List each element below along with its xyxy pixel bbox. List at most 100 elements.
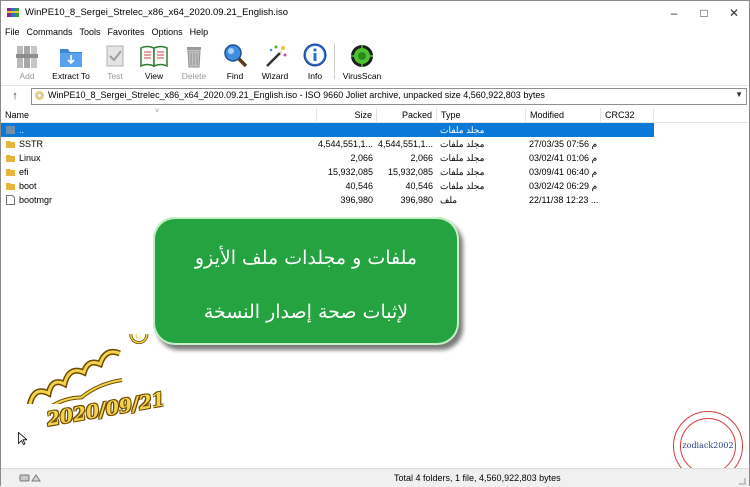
virusscan-button[interactable]: VirusScan <box>339 40 385 84</box>
column-modified[interactable]: Modified <box>526 108 601 122</box>
menu-bar: File Commands Tools Favorites Options He… <box>1 25 749 39</box>
file-name: efi <box>19 167 29 177</box>
window-title: WinPE10_8_Sergei_Strelec_x86_x64_2020.09… <box>25 7 289 18</box>
column-type[interactable]: Type <box>437 108 526 122</box>
menu-commands[interactable]: Commands <box>24 25 76 39</box>
archive-path-text: WinPE10_8_Sergei_Strelec_x86_x64_2020.09… <box>48 90 545 100</box>
archive-add-icon <box>16 46 38 68</box>
maximize-icon[interactable]: □ <box>689 1 719 25</box>
file-size: 15,932,085 <box>327 167 373 177</box>
file-type: مجلد ملفات <box>440 125 485 135</box>
view-button[interactable]: View <box>137 40 171 84</box>
table-row[interactable]: Linux 2,066 2,066 مجلد ملفات 03/02/41 01… <box>1 151 654 165</box>
menu-file[interactable]: File <box>2 25 23 39</box>
caption-line-1: ملفات و مجلدات ملف الأيزو <box>194 247 418 269</box>
file-modified: 22/11/38 12:23 ... <box>529 195 599 205</box>
file-modified: 03/02/42 06:29 م <box>529 181 598 191</box>
file-modified: 03/02/41 01:06 م <box>529 153 598 163</box>
file-icon <box>6 195 15 205</box>
test-button[interactable]: Test <box>99 40 131 84</box>
extract-to-label: Extract To <box>52 71 90 81</box>
menu-help[interactable]: Help <box>187 25 212 39</box>
folder-icon <box>6 141 15 148</box>
caption-line-2: لإثبات صحة إصدار النسخة <box>203 301 409 323</box>
minimize-icon[interactable]: – <box>659 1 689 25</box>
find-label: Find <box>226 71 244 81</box>
file-packed: 4,544,551,1... <box>377 139 433 149</box>
menu-tools[interactable]: Tools <box>77 25 104 39</box>
virus-scan-icon <box>351 45 373 67</box>
menu-favorites[interactable]: Favorites <box>105 25 148 39</box>
file-name: boot <box>19 181 37 191</box>
column-packed[interactable]: Packed <box>377 108 437 122</box>
file-name: .. <box>19 125 25 135</box>
file-list-header: ˅ Name Size Packed Type Modified CRC32 <box>1 108 749 123</box>
wizard-label: Wizard <box>261 71 289 81</box>
up-arrow-icon[interactable]: ↑ <box>7 88 23 104</box>
table-row[interactable]: .. مجلد ملفات <box>1 123 654 137</box>
status-bar: Total 4 folders, 1 file, 4,560,922,803 b… <box>1 468 749 487</box>
folder-icon <box>6 183 15 190</box>
winrar-app-icon <box>7 8 19 17</box>
table-row[interactable]: boot 40,546 40,546 مجلد ملفات 03/02/42 0… <box>1 179 654 193</box>
column-size[interactable]: Size <box>317 108 377 122</box>
test-icon <box>106 45 124 67</box>
menu-options[interactable]: Options <box>149 25 186 39</box>
file-type: مجلد ملفات <box>440 181 485 191</box>
file-size: 4,544,551,1... <box>317 139 373 149</box>
folder-extract-icon <box>60 49 82 67</box>
table-row[interactable]: bootmgr 396,980 396,980 ملف 22/11/38 12:… <box>1 193 654 207</box>
column-crc32[interactable]: CRC32 <box>601 108 654 122</box>
file-size: 40,546 <box>345 181 373 191</box>
table-row[interactable]: SSTR 4,544,551,1... 4,544,551,1... مجلد … <box>1 137 654 151</box>
resize-grip-icon[interactable] <box>738 477 746 485</box>
arabic-caption-callout: ملفات و مجلدات ملف الأيزو لإثبات صحة إصد… <box>153 217 459 345</box>
info-label: Info <box>307 71 323 81</box>
archive-path-field[interactable]: WinPE10_8_Sergei_Strelec_x86_x64_2020.09… <box>31 88 747 105</box>
delete-button[interactable]: Delete <box>177 40 211 84</box>
toolbar: Add Extract To Test View Delete Find Wiz… <box>1 39 749 86</box>
trash-icon <box>187 47 201 68</box>
extract-to-button[interactable]: Extract To <box>49 40 93 84</box>
table-row[interactable]: efi 15,932,085 15,932,085 مجلد ملفات 03/… <box>1 165 654 179</box>
file-type: مجلد ملفات <box>440 139 485 149</box>
file-name: SSTR <box>19 139 44 149</box>
magic-wand-icon <box>266 45 287 67</box>
delete-label: Delete <box>181 71 207 81</box>
book-view-icon <box>140 45 168 68</box>
file-name: bootmgr <box>19 195 53 205</box>
close-icon[interactable]: ✕ <box>719 1 749 25</box>
file-packed: 2,066 <box>410 153 433 163</box>
view-label: View <box>144 71 164 81</box>
add-button[interactable]: Add <box>9 40 45 84</box>
file-packed: 396,980 <box>400 195 433 205</box>
add-label: Add <box>19 71 35 81</box>
file-modified: 03/09/41 06:40 م <box>529 167 598 177</box>
virusscan-label: VirusScan <box>342 71 382 81</box>
folder-icon <box>6 169 15 176</box>
disc-image-icon <box>35 91 44 100</box>
find-button[interactable]: Find <box>219 40 251 84</box>
toolbar-separator <box>334 43 335 79</box>
title-bar: WinPE10_8_Sergei_Strelec_x86_x64_2020.09… <box>1 1 749 25</box>
chevron-down-icon[interactable]: ▼ <box>735 90 743 99</box>
info-button[interactable]: Info <box>301 40 329 84</box>
file-type: مجلد ملفات <box>440 167 485 177</box>
winrar-window: WinPE10_8_Sergei_Strelec_x86_x64_2020.09… <box>0 0 750 487</box>
mouse-cursor-icon <box>18 432 27 445</box>
file-packed: 15,932,085 <box>387 167 433 177</box>
stamp-text: zodiack2002 <box>682 441 734 450</box>
folder-icon <box>6 155 15 162</box>
parent-folder-icon <box>6 126 15 134</box>
file-size: 2,066 <box>350 153 373 163</box>
test-label: Test <box>107 71 123 81</box>
status-icons <box>19 474 41 482</box>
magnifier-icon <box>224 44 248 68</box>
address-bar: ↑ WinPE10_8_Sergei_Strelec_x86_x64_2020.… <box>1 86 749 106</box>
file-name: Linux <box>19 153 41 163</box>
column-name[interactable]: Name <box>1 108 317 122</box>
wizard-button[interactable]: Wizard <box>257 40 293 84</box>
info-icon <box>303 43 327 67</box>
file-type: ملف <box>440 195 458 205</box>
file-size: 396,980 <box>340 195 373 205</box>
